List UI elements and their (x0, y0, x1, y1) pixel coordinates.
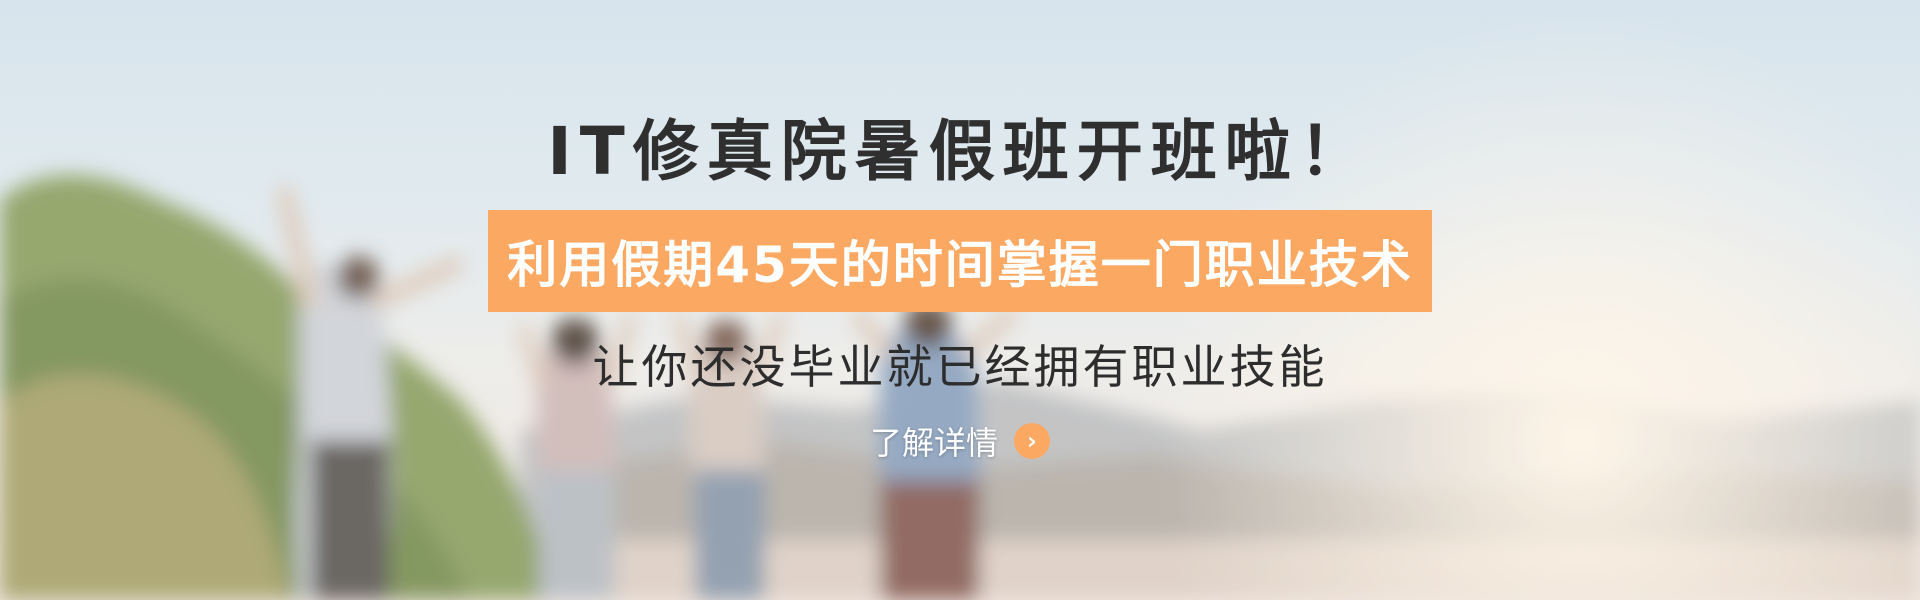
chevron-right-icon[interactable]: › (1014, 423, 1050, 459)
learn-more-link[interactable]: 了解详情 › (870, 418, 1050, 464)
banner-title: IT修真院暑假班开班啦！ (547, 113, 1373, 190)
highlight-strip: 利用假期45天的时间掌握一门职业技术 (488, 210, 1432, 312)
banner-subtitle: 让你还没毕业就已经拥有职业技能 (592, 340, 1328, 394)
hero-banner: IT修真院暑假班开班啦！ 利用假期45天的时间掌握一门职业技术 让你还没毕业就已… (0, 0, 1920, 600)
banner-content: IT修真院暑假班开班啦！ 利用假期45天的时间掌握一门职业技术 让你还没毕业就已… (0, 0, 1920, 600)
highlight-text: 利用假期45天的时间掌握一门职业技术 (507, 236, 1413, 294)
learn-more-label[interactable]: 了解详情 (870, 418, 998, 464)
